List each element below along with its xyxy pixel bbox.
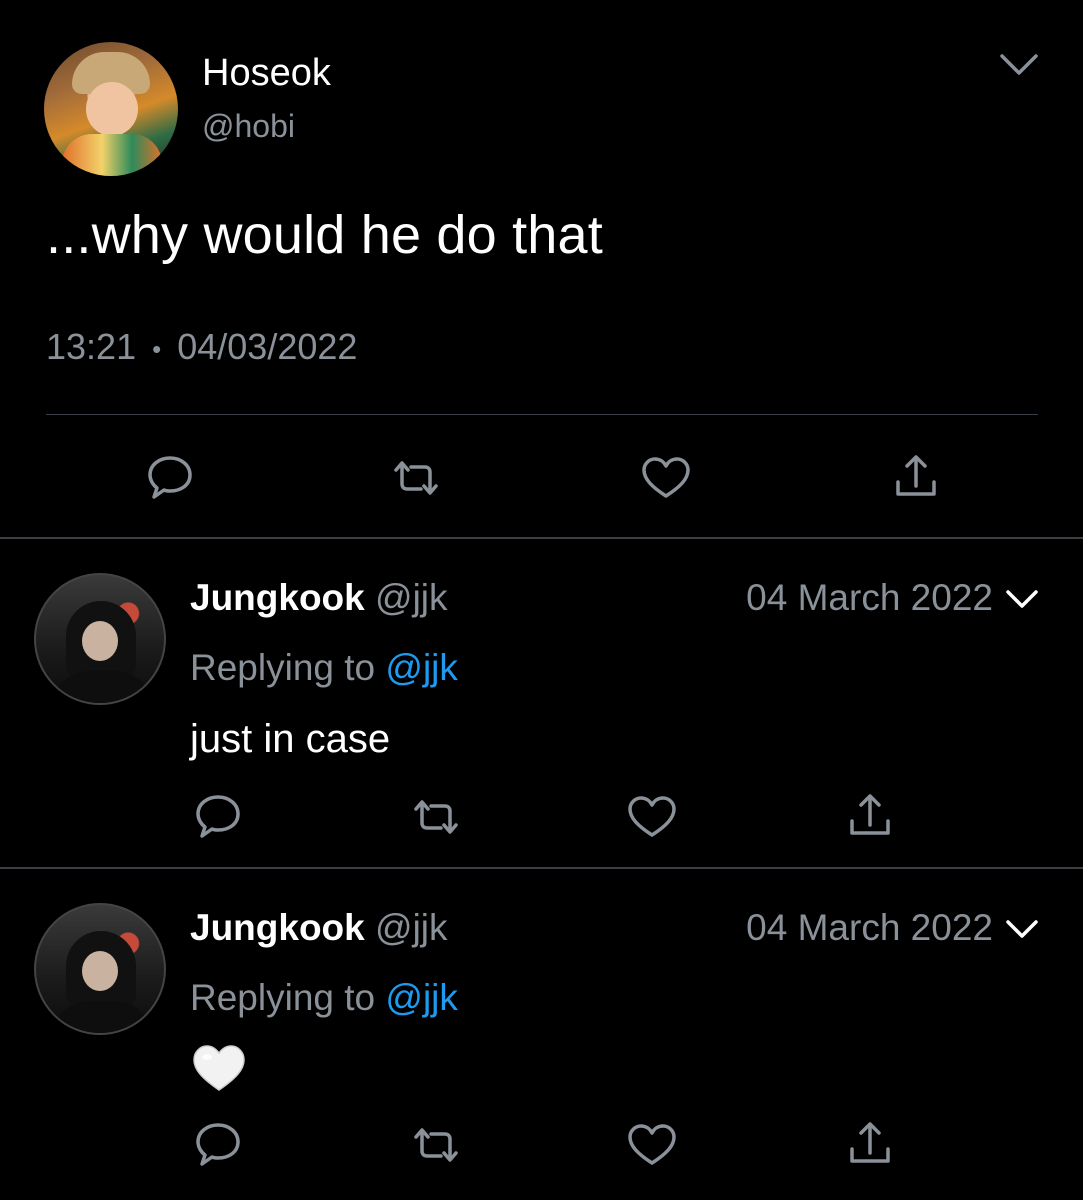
replying-to-mention[interactable]: @jjk: [385, 977, 458, 1018]
retweet-icon[interactable]: [408, 1117, 464, 1173]
share-icon[interactable]: [842, 1117, 898, 1173]
reply-date: 04 March 2022: [746, 907, 993, 948]
reply-text: just in case: [190, 717, 391, 761]
hoseok-avatar[interactable]: [44, 42, 178, 176]
retweet-icon[interactable]: [408, 789, 464, 845]
chevron-down-icon[interactable]: [998, 50, 1040, 80]
tweet-text: ...why would he do that: [46, 205, 603, 265]
timestamp-separator: •: [152, 333, 162, 364]
reply-author[interactable]: Jungkook @jjk: [190, 907, 448, 949]
heart-icon[interactable]: [624, 1117, 680, 1173]
replying-to-line: Replying to @jjk: [190, 977, 458, 1019]
reply-author-handle[interactable]: @jjk: [375, 907, 448, 948]
heart-icon[interactable]: [624, 789, 680, 845]
jungkook-avatar[interactable]: [34, 573, 166, 705]
replying-to-line: Replying to @jjk: [190, 647, 458, 689]
tweet-timestamp: 13:21 • 04/03/2022: [46, 326, 357, 368]
retweet-icon[interactable]: [388, 450, 444, 506]
reply-icon[interactable]: [190, 787, 246, 843]
heart-icon[interactable]: [638, 450, 694, 506]
replying-to-label: Replying to: [190, 977, 376, 1018]
reply-icon[interactable]: [142, 448, 198, 504]
chevron-down-icon[interactable]: [1004, 917, 1040, 943]
main-author-handle[interactable]: @hobi: [202, 108, 295, 145]
reply-tweet: Jungkook @jjk 04 March 2022 Replying to …: [0, 539, 1083, 869]
reply-author-name[interactable]: Jungkook: [190, 577, 365, 618]
jungkook-avatar[interactable]: [34, 903, 166, 1035]
reply-tweet: Jungkook @jjk 04 March 2022 Replying to …: [0, 869, 1083, 1199]
white-heart-emoji: [193, 1045, 245, 1091]
share-icon[interactable]: [888, 450, 944, 506]
tweet-time: 13:21: [46, 326, 137, 367]
divider: [46, 414, 1038, 415]
replying-to-mention[interactable]: @jjk: [385, 647, 458, 688]
tweet-date: 04/03/2022: [177, 326, 358, 367]
reply-icon[interactable]: [190, 1115, 246, 1171]
reply-author-name[interactable]: Jungkook: [190, 907, 365, 948]
chevron-down-icon[interactable]: [1004, 587, 1040, 613]
share-icon[interactable]: [842, 789, 898, 845]
reply-author-handle[interactable]: @jjk: [375, 577, 448, 618]
replying-to-label: Replying to: [190, 647, 376, 688]
reply-author[interactable]: Jungkook @jjk: [190, 577, 448, 619]
reply-date: 04 March 2022: [746, 577, 993, 618]
main-author-name[interactable]: Hoseok: [202, 52, 331, 95]
main-tweet: Hoseok @hobi ...why would he do that 13:…: [0, 0, 1083, 538]
